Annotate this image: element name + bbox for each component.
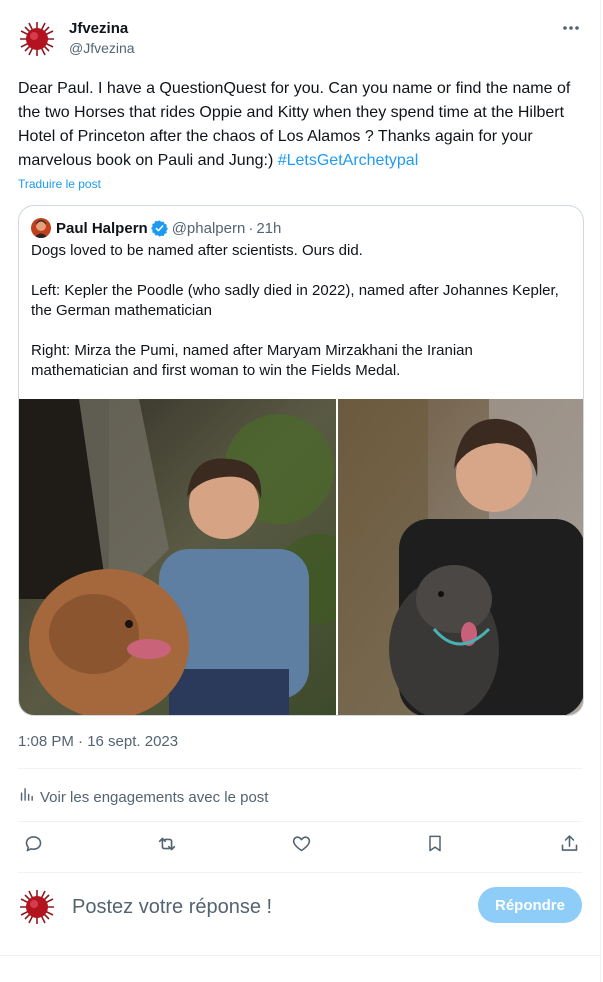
- reply-submit-button[interactable]: Répondre: [478, 887, 582, 923]
- analytics-icon: [18, 786, 35, 808]
- reply-button[interactable]: [16, 829, 50, 863]
- author-avatar[interactable]: [18, 20, 56, 58]
- post-timestamp[interactable]: 1:08 PM · 16 sept. 2023: [18, 733, 178, 750]
- translate-post-link[interactable]: Traduire le post: [18, 177, 101, 191]
- bookmark-icon: [425, 833, 445, 859]
- verified-badge-icon: [150, 219, 168, 237]
- divider: [18, 872, 582, 873]
- quoted-author-handle: @phalpern: [171, 219, 246, 237]
- quoted-post[interactable]: Paul Halpern @phalpern · 21h Dogs loved …: [18, 205, 584, 716]
- reply-composer: Répondre: [18, 886, 584, 928]
- separator-dot: ·: [248, 219, 254, 237]
- virus-avatar-image: [18, 20, 56, 58]
- divider: [18, 768, 582, 769]
- post-header: Jfvezina @Jfvezina: [18, 16, 582, 64]
- post-text: Dear Paul. I have a QuestionQuest for yo…: [18, 77, 590, 173]
- bookmark-button[interactable]: [418, 829, 452, 863]
- quoted-author-avatar: [31, 218, 51, 238]
- virus-avatar-image: [18, 888, 56, 926]
- post-detail: Jfvezina @Jfvezina Dear Paul. I have a Q…: [0, 0, 601, 982]
- like-button[interactable]: [284, 829, 318, 863]
- repost-icon: [156, 833, 178, 860]
- view-engagements-link[interactable]: Voir les engagements avec le post: [18, 786, 268, 808]
- hashtag-link[interactable]: #LetsGetArchetypal: [278, 152, 419, 169]
- author-handle[interactable]: @Jfvezina: [69, 38, 135, 58]
- share-icon: [559, 833, 580, 859]
- divider: [0, 955, 601, 956]
- reply-input[interactable]: [72, 892, 402, 922]
- action-bar: [18, 829, 584, 863]
- repost-button[interactable]: [150, 829, 184, 863]
- author-block: Jfvezina @Jfvezina: [69, 19, 135, 58]
- current-user-avatar[interactable]: [18, 888, 56, 926]
- heart-icon: [291, 833, 312, 859]
- quoted-author-name: Paul Halpern: [56, 219, 148, 237]
- more-options-icon[interactable]: [562, 22, 580, 36]
- reply-icon: [23, 833, 44, 859]
- dogs-photo-image: [19, 399, 583, 715]
- view-engagements-label: Voir les engagements avec le post: [40, 788, 269, 806]
- share-button[interactable]: [552, 829, 586, 863]
- author-name[interactable]: Jfvezina: [69, 19, 135, 38]
- quoted-post-photo[interactable]: [19, 399, 583, 715]
- quoted-post-header: Paul Halpern @phalpern · 21h: [31, 218, 281, 238]
- quoted-post-text: Dogs loved to be named after scientists.…: [31, 242, 559, 379]
- quoted-post-time: 21h: [256, 219, 282, 237]
- divider: [18, 821, 582, 822]
